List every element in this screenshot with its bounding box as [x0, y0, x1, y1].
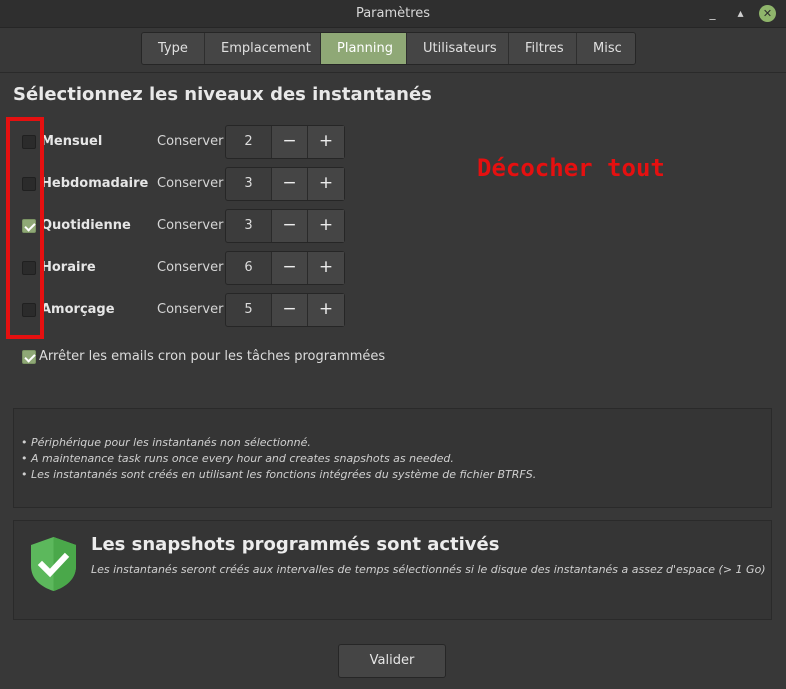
- tab-type[interactable]: Type: [142, 33, 205, 64]
- increment-button[interactable]: +: [308, 168, 344, 200]
- info-line: • A maintenance task runs once every hou…: [21, 452, 454, 465]
- window-title: Paramètres: [355, 6, 431, 21]
- level-row-horaire: Horaire Conserver 6 − +: [0, 251, 786, 285]
- validate-button[interactable]: Valider: [338, 644, 446, 678]
- keep-label: Conserver: [157, 260, 224, 275]
- keep-value-input[interactable]: 3: [226, 210, 272, 242]
- level-label: Amorçage: [41, 302, 115, 317]
- info-line: • Périphérique pour les instantanés non …: [21, 436, 311, 449]
- level-row-amorcage: Amorçage Conserver 5 − +: [0, 293, 786, 327]
- status-panel: Les snapshots programmés sont activés Le…: [13, 520, 772, 620]
- increment-button[interactable]: +: [308, 126, 344, 158]
- cron-email-checkbox[interactable]: [22, 350, 36, 364]
- decrement-button[interactable]: −: [272, 168, 308, 200]
- shield-check-icon: [31, 537, 76, 591]
- decrement-button[interactable]: −: [272, 210, 308, 242]
- keep-label: Conserver: [157, 176, 224, 191]
- level-row-hebdomadaire: Hebdomadaire Conserver 3 − +: [0, 167, 786, 201]
- level-label: Quotidienne: [41, 218, 131, 233]
- status-title: Les snapshots programmés sont activés: [91, 534, 500, 555]
- level-label: Horaire: [41, 260, 96, 275]
- info-panel: • Périphérique pour les instantanés non …: [13, 408, 772, 508]
- decrement-button[interactable]: −: [272, 126, 308, 158]
- keep-spinner-horaire: 6 − +: [225, 251, 345, 285]
- annotation-text: Décocher tout: [477, 154, 665, 182]
- tab-emplacement[interactable]: Emplacement: [205, 33, 321, 64]
- minimize-icon[interactable]: _: [704, 5, 721, 22]
- keep-value-input[interactable]: 5: [226, 294, 272, 326]
- decrement-button[interactable]: −: [272, 294, 308, 326]
- tab-utilisateurs[interactable]: Utilisateurs: [407, 33, 509, 64]
- info-line: • Les instantanés sont créés en utilisan…: [21, 468, 537, 481]
- keep-spinner-amorcage: 5 − +: [225, 293, 345, 327]
- increment-button[interactable]: +: [308, 294, 344, 326]
- divider: [0, 72, 786, 73]
- level-label: Mensuel: [41, 134, 103, 149]
- close-icon[interactable]: ✕: [759, 5, 776, 22]
- keep-spinner-hebdomadaire: 3 − +: [225, 167, 345, 201]
- title-bar: Paramètres _ ▴ ✕: [0, 0, 786, 28]
- keep-value-input[interactable]: 3: [226, 168, 272, 200]
- increment-button[interactable]: +: [308, 210, 344, 242]
- level-row-quotidienne: Quotidienne Conserver 3 − +: [0, 209, 786, 243]
- tab-misc[interactable]: Misc: [577, 33, 635, 64]
- tab-planning[interactable]: Planning: [321, 33, 407, 64]
- cron-email-label: Arrêter les emails cron pour les tâches …: [39, 349, 386, 364]
- keep-label: Conserver: [157, 218, 224, 233]
- tab-filtres[interactable]: Filtres: [509, 33, 577, 64]
- keep-spinner-mensuel: 2 − +: [225, 125, 345, 159]
- decrement-button[interactable]: −: [272, 252, 308, 284]
- annotation-highlight-box: [6, 117, 44, 339]
- keep-value-input[interactable]: 6: [226, 252, 272, 284]
- increment-button[interactable]: +: [308, 252, 344, 284]
- tab-bar: Type Emplacement Planning Utilisateurs F…: [141, 32, 636, 65]
- section-heading: Sélectionnez les niveaux des instantanés: [13, 84, 432, 105]
- level-row-mensuel: Mensuel Conserver 2 − +: [0, 125, 786, 159]
- maximize-icon[interactable]: ▴: [732, 5, 749, 22]
- level-label: Hebdomadaire: [41, 176, 149, 191]
- keep-spinner-quotidienne: 3 − +: [225, 209, 345, 243]
- status-subtitle: Les instantanés seront créés aux interva…: [91, 563, 766, 576]
- keep-value-input[interactable]: 2: [226, 126, 272, 158]
- keep-label: Conserver: [157, 134, 224, 149]
- keep-label: Conserver: [157, 302, 224, 317]
